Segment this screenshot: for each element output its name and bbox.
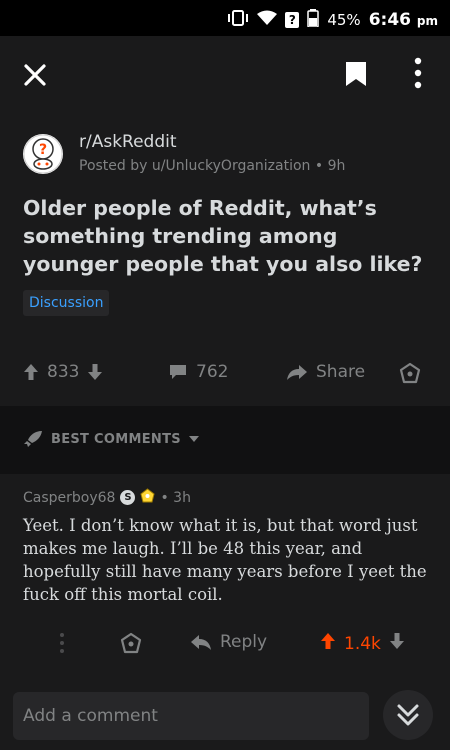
more-options-button[interactable] [406,56,430,90]
downvote-button[interactable] [87,363,103,381]
more-vertical-icon [414,57,422,89]
comments-button[interactable]: 762 [168,362,228,382]
status-bar: ? 45% 6:46 pm [0,0,450,36]
comment-vote-group: 1.4k [320,632,405,655]
close-button[interactable] [22,62,48,88]
sort-dropdown[interactable]: BEST COMMENTS [23,430,199,448]
comment-body: Yeet. I don’t know what it is, but that … [23,516,427,604]
comment-count: 762 [196,362,229,382]
close-icon [24,64,46,86]
comment-upvote-button[interactable] [320,632,336,655]
post-action-bar: 833 762 Share [0,348,450,402]
app-bar [0,36,450,112]
next-comment-button[interactable] [383,690,433,740]
clock-time: 6:46 [368,10,411,30]
award-button[interactable] [399,362,421,384]
share-arrow-icon [287,365,307,380]
clock-ampm: pm [416,14,438,28]
battery-percent: 45% [327,11,361,29]
more-vertical-icon [60,633,64,653]
add-comment-input[interactable] [13,692,369,740]
double-chevron-down-icon [397,704,419,726]
share-button[interactable]: Share [286,362,365,382]
comment-award-button[interactable] [120,632,142,654]
comment-author[interactable]: Casperboy68 [23,490,115,506]
reply-button[interactable]: Reply [190,632,267,652]
post-flair[interactable]: Discussion [23,290,110,316]
award-badge-icon [140,488,156,507]
bookmark-icon [346,62,366,86]
battery-icon [307,9,320,31]
subreddit-avatar[interactable]: ? [23,134,63,174]
bookmark-button[interactable] [343,60,369,88]
comment: Casperboy68 S • 3h Yeet. I don’t know wh… [0,474,450,684]
post-author-line[interactable]: Posted by u/UnluckyOrganization • 9h [79,158,345,174]
post-title: Older people of Reddit, what’s something… [23,196,423,276]
wifi-icon [257,10,278,30]
comment-meta: Casperboy68 S • 3h [23,488,191,507]
comment-action-bar: Reply 1.4k [0,622,450,666]
comment-composer-bar [0,684,450,750]
rocket-icon [24,431,42,447]
comment-sort-bar[interactable]: BEST COMMENTS [0,406,450,474]
no-sim-icon: ? [285,12,300,28]
sort-label: BEST COMMENTS [51,431,181,447]
award-icon [120,632,142,654]
upvote-arrow-icon [24,364,38,380]
user-badge-icon: S [120,490,136,505]
clock: 6:46 pm [369,10,438,30]
award-icon [399,362,421,384]
comment-age: • 3h [160,489,191,506]
downvote-arrow-icon [389,633,404,649]
vibrate-icon [227,10,249,30]
downvote-arrow-icon [88,364,103,380]
askreddit-logo-icon: ? [23,134,63,174]
post-score: 833 [47,362,80,382]
reply-arrow-icon [191,635,211,650]
reply-label: Reply [220,632,268,652]
vote-group: 833 [23,362,103,382]
upvote-arrow-icon [321,633,335,649]
status-icons: ? 45% 6:46 pm [227,9,438,31]
comment-score: 1.4k [344,633,381,654]
comment-bubble-icon [170,365,186,379]
comment-more-button[interactable] [58,632,66,654]
comment-downvote-button[interactable] [389,632,405,655]
svg-text:?: ? [39,142,47,158]
upvote-button[interactable] [23,363,39,381]
share-label: Share [316,362,366,382]
subreddit-name[interactable]: r/AskReddit [79,132,177,152]
chevron-down-icon [188,436,199,442]
